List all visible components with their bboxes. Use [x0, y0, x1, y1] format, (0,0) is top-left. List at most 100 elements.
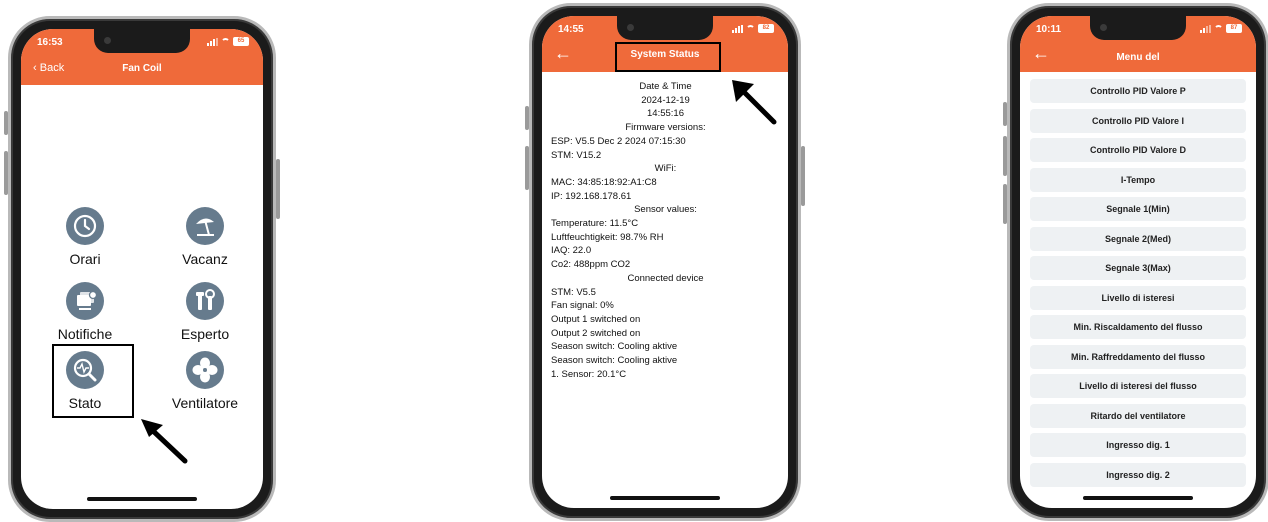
app-header: 16:53 65 ‹ Back Fan Coil	[21, 29, 263, 85]
menu-item[interactable]: Controllo PID Valore P	[1030, 79, 1246, 103]
clock-icon	[66, 207, 104, 245]
status-line: MAC: 34:85:18:92:A1:C8	[551, 176, 657, 188]
menu-item[interactable]: Segnale 2(Med)	[1030, 226, 1246, 251]
system-icons: 87	[1200, 24, 1242, 33]
battery-icon: 65	[233, 37, 249, 46]
side-button	[276, 159, 280, 219]
wifi-icon	[221, 38, 230, 45]
status-bar: 16:53 65	[21, 29, 263, 55]
status-line: Luftfeuchtigkeit: 98.7% RH	[551, 231, 664, 243]
status-line: Sensor values:	[634, 204, 697, 216]
side-button	[525, 146, 529, 190]
status-bar: 14:55 82	[542, 16, 788, 42]
menu-item[interactable]: Ingresso dig. 1	[1030, 433, 1246, 457]
screen: 10:11 87 ← Menu del Controllo PID Valore…	[1020, 16, 1256, 508]
notification-icon	[66, 282, 104, 320]
menu-item[interactable]: Min. Riscaldamento del flusso	[1030, 315, 1246, 339]
beach-umbrella-icon	[186, 207, 224, 245]
status-line: 1. Sensor: 20.1°C	[551, 368, 627, 380]
side-button	[4, 151, 8, 195]
battery-icon: 87	[1226, 24, 1242, 33]
status-line: Co2: 488ppm CO2	[551, 259, 631, 271]
menu-item-label: Ventilatore	[171, 395, 239, 411]
page-title: Menu del	[1116, 52, 1160, 63]
status-line: ESP: V5.5 Dec 2 2024 07:15:30	[551, 135, 686, 147]
menu-item-orari[interactable]: Orari	[25, 207, 145, 267]
menu-item[interactable]: Ritardo del ventilatore	[1030, 403, 1246, 428]
menu-item[interactable]: Segnale 3(Max)	[1030, 256, 1246, 280]
fan-icon	[186, 351, 224, 389]
highlight-box	[52, 344, 134, 418]
menu-item[interactable]: Segnale 1(Min)	[1030, 197, 1246, 221]
status-line: Firmware versions:	[625, 122, 706, 134]
status-line: Date & Time	[639, 81, 692, 92]
menu-item-notifiche[interactable]: Notifiche	[25, 282, 145, 342]
status-line: IAQ: 22.0	[551, 245, 592, 257]
status-line: Temperature: 11.5°C	[551, 218, 639, 230]
status-line: STM: V5.5	[551, 286, 596, 298]
notch	[617, 16, 713, 40]
page-title: Fan Coil	[122, 63, 162, 74]
status-line: Output 1 switched on	[551, 313, 641, 325]
camera-icon	[627, 24, 634, 31]
highlight-box	[615, 42, 721, 72]
screen: 14:55 82 ← System Status Date & Time 2024…	[542, 16, 788, 508]
status-line: 2024-12-19	[641, 94, 690, 106]
side-button	[4, 111, 8, 135]
side-button	[525, 106, 529, 130]
menu-item[interactable]: Livello di isteresi	[1030, 285, 1246, 310]
status-text: Date & Time 2024-12-19 14:55:16 Firmware ve…	[551, 80, 780, 381]
wifi-icon	[746, 25, 755, 32]
system-icons: 82	[732, 24, 774, 33]
menu-item[interactable]: Livello di isteresi del flusso	[1030, 374, 1246, 398]
status-line: Fan signal: 0%	[551, 300, 614, 312]
side-button	[1003, 184, 1007, 224]
status-line: IP: 192.168.178.61	[551, 190, 632, 202]
home-indicator	[610, 496, 720, 500]
signal-icon	[207, 37, 218, 46]
side-button	[1003, 102, 1007, 126]
menu-item[interactable]: I-Tempo	[1030, 167, 1246, 192]
menu-item-label: Notifiche	[57, 326, 113, 342]
camera-icon	[1100, 24, 1107, 31]
phone-menu: 10:11 87 ← Menu del Controllo PID Valore…	[1003, 3, 1268, 521]
menu-item-ventilatore[interactable]: Ventilatore	[145, 351, 263, 411]
battery-icon: 82	[758, 24, 774, 33]
wifi-icon	[1214, 25, 1223, 32]
tools-icon	[186, 282, 224, 320]
menu-item-vacanz[interactable]: Vacanz	[145, 207, 263, 267]
signal-icon	[732, 24, 743, 33]
signal-icon	[1200, 24, 1211, 33]
phone-system-status: 14:55 82 ← System Status Date & Time 2024…	[525, 3, 805, 521]
status-line: STM: V15.2	[551, 149, 602, 161]
menu-item[interactable]: Controllo PID Valore D	[1030, 138, 1246, 162]
status-line: Season switch: Cooling aktive	[551, 341, 678, 353]
status-line: Connected device	[627, 272, 704, 284]
menu-item[interactable]: Controllo PID Valore I	[1030, 108, 1246, 133]
home-indicator	[1083, 496, 1193, 500]
menu-item[interactable]: Ingresso dig. 2	[1030, 462, 1246, 487]
status-line: 14:55:16	[647, 108, 684, 120]
pointer-arrow-icon	[141, 419, 188, 464]
app-header: 10:11 87 ← Menu del	[1020, 16, 1256, 72]
notch	[1090, 16, 1186, 40]
side-button	[801, 146, 805, 206]
menu-item[interactable]: Min. Raffreddamento del flusso	[1030, 344, 1246, 369]
status-line: Output 2 switched on	[551, 327, 641, 339]
menu-item-label: Vacanz	[182, 251, 228, 267]
menu-item-label: Orari	[69, 251, 101, 267]
menu-item-label: Esperto	[180, 326, 230, 342]
system-icons: 65	[207, 37, 249, 46]
status-time: 16:53	[37, 37, 63, 48]
menu-item-esperto[interactable]: Esperto	[145, 282, 263, 342]
home-indicator	[87, 497, 197, 501]
phone-fan-coil: 16:53 65 ‹ Back Fan Coil Orari Vacanz No…	[4, 16, 280, 522]
screen: 16:53 65 ‹ Back Fan Coil Orari Vacanz No…	[21, 29, 263, 509]
notch	[94, 29, 190, 53]
status-line: Season switch: Cooling aktive	[551, 355, 678, 367]
status-time: 14:55	[558, 24, 584, 35]
status-line: WiFi:	[654, 163, 677, 175]
camera-icon	[104, 37, 111, 44]
status-time: 10:11	[1036, 24, 1062, 35]
status-bar: 10:11 87	[1020, 16, 1256, 42]
